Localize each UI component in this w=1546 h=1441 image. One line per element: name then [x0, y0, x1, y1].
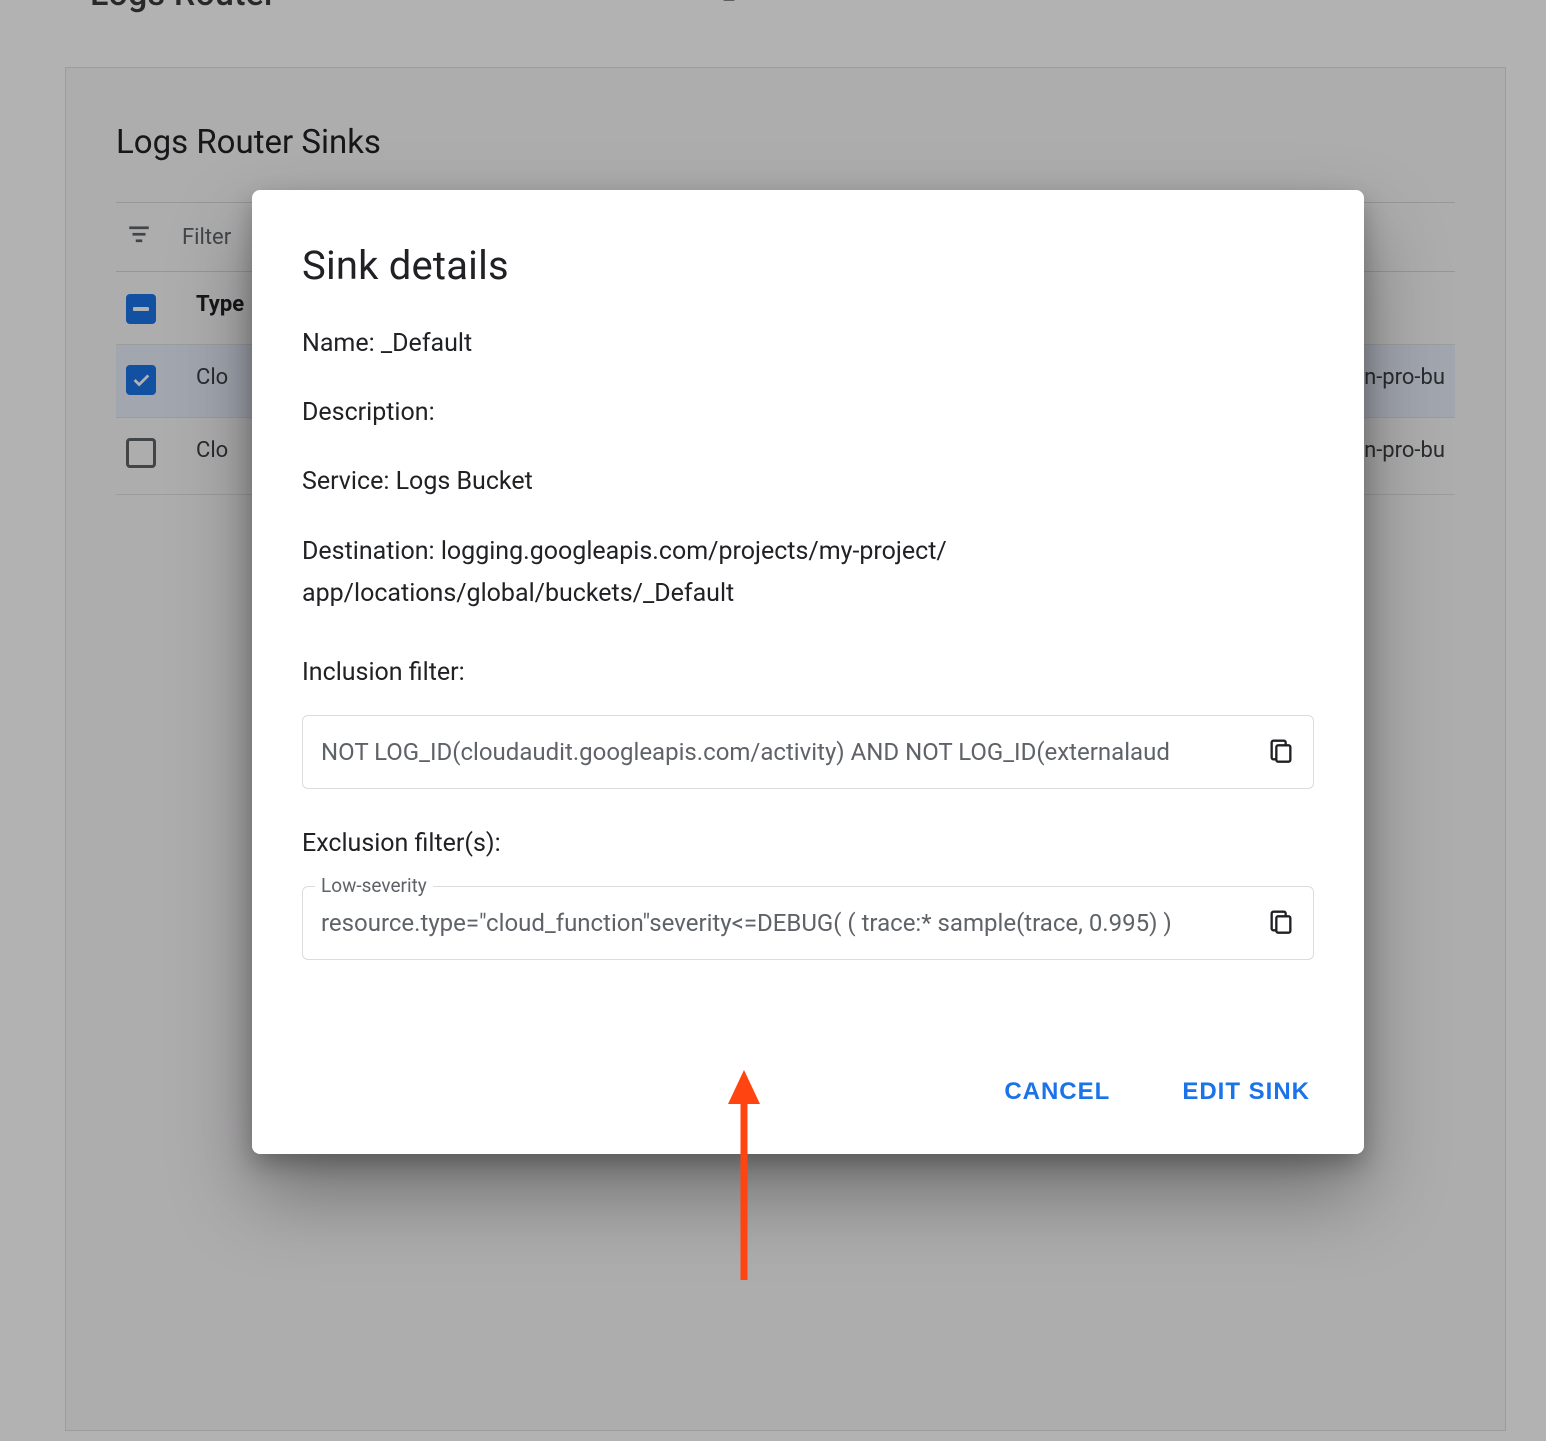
copy-inclusion-button[interactable]	[1265, 736, 1297, 768]
inclusion-filter-box: NOT LOG_ID(cloudaudit.googleapis.com/act…	[302, 715, 1314, 789]
copy-icon	[1267, 736, 1295, 768]
dialog-actions: CANCEL EDIT SINK	[302, 1070, 1314, 1114]
field-name: Name: _Default	[302, 325, 1314, 364]
dialog-title: Sink details	[302, 242, 1314, 289]
exclusion-filter-value: resource.type="cloud_function"severity<=…	[321, 909, 1241, 937]
field-destination: Destination: logging.googleapis.com/proj…	[302, 531, 1314, 614]
field-service: Service: Logs Bucket	[302, 463, 1314, 502]
cancel-button[interactable]: CANCEL	[1000, 1070, 1114, 1114]
exclusion-filter-label: Exclusion filter(s):	[302, 829, 1314, 858]
field-description: Description:	[302, 394, 1314, 433]
inclusion-filter-label: Inclusion filter:	[302, 658, 1314, 687]
sink-details-dialog: Sink details Name: _Default Description:…	[252, 190, 1364, 1154]
copy-icon	[1267, 907, 1295, 939]
exclusion-filter-legend: Low-severity	[315, 874, 433, 897]
exclusion-filter-box: Low-severity resource.type="cloud_functi…	[302, 886, 1314, 960]
copy-exclusion-button[interactable]	[1265, 907, 1297, 939]
edit-sink-button[interactable]: EDIT SINK	[1178, 1070, 1314, 1114]
inclusion-filter-value: NOT LOG_ID(cloudaudit.googleapis.com/act…	[321, 738, 1241, 766]
